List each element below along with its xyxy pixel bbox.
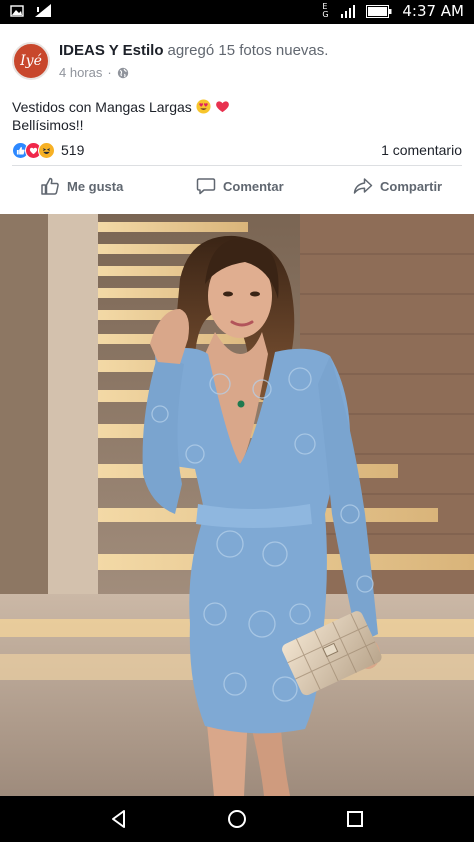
page-name-link[interactable]: IDEAS Y Estilo xyxy=(59,42,163,59)
post-action-text: agregó 15 fotos nuevas. xyxy=(167,42,329,59)
share-icon xyxy=(353,178,373,194)
post-header: IDEAS Y Estilo agregó 15 fotos nuevas. xyxy=(59,42,328,59)
cell-signal-icon xyxy=(341,5,356,18)
heart-eyes-emoji xyxy=(196,99,211,114)
divider xyxy=(12,165,462,166)
like-button[interactable]: Me gusta xyxy=(40,176,123,196)
back-icon[interactable] xyxy=(108,808,130,830)
post-card: Iyé IDEAS Y Estilo agregó 15 fotos nuevas… xyxy=(0,24,474,214)
comment-button[interactable]: Comentar xyxy=(196,176,284,196)
battery-icon xyxy=(366,4,392,18)
reactions-summary[interactable]: 519 1 comentario xyxy=(12,140,462,160)
red-heart-emoji xyxy=(215,101,229,113)
comment-icon xyxy=(196,178,216,195)
post-action-bar: Me gusta Comentar Compartir xyxy=(0,172,474,202)
network-type: E G xyxy=(322,2,329,19)
post-timestamp[interactable]: 4 horas xyxy=(59,65,102,80)
reaction-icons xyxy=(12,141,55,159)
post-meta: 4 horas · xyxy=(59,65,129,80)
home-icon[interactable] xyxy=(226,808,248,830)
globe-icon xyxy=(117,67,128,78)
post-text-line-2: Bellísimos!! xyxy=(12,117,84,133)
status-bar: E G 4:37 AM xyxy=(0,0,474,24)
image-notification-icon xyxy=(10,4,24,17)
post-text-line-1: Vestidos con Mangas Largas xyxy=(12,99,192,115)
comment-label: Comentar xyxy=(223,178,284,194)
reaction-count[interactable]: 519 xyxy=(61,142,84,158)
share-label: Compartir xyxy=(380,178,443,194)
recents-icon[interactable] xyxy=(344,808,366,830)
meta-separator: · xyxy=(107,65,112,80)
thumbs-up-icon xyxy=(41,177,59,195)
photo-illustration xyxy=(0,214,474,796)
haha-reaction-icon xyxy=(38,141,55,159)
post-message: Vestidos con Mangas Largas Bellísimos!! xyxy=(12,98,230,134)
signal-icon xyxy=(35,4,51,17)
share-button[interactable]: Compartir xyxy=(353,176,442,196)
like-label: Me gusta xyxy=(67,178,124,194)
navigation-bar xyxy=(0,796,474,842)
comment-count-link[interactable]: 1 comentario xyxy=(381,142,462,158)
page-avatar[interactable]: Iyé xyxy=(12,42,50,80)
clock: 4:37 AM xyxy=(402,2,464,20)
post-photo[interactable] xyxy=(0,214,474,796)
